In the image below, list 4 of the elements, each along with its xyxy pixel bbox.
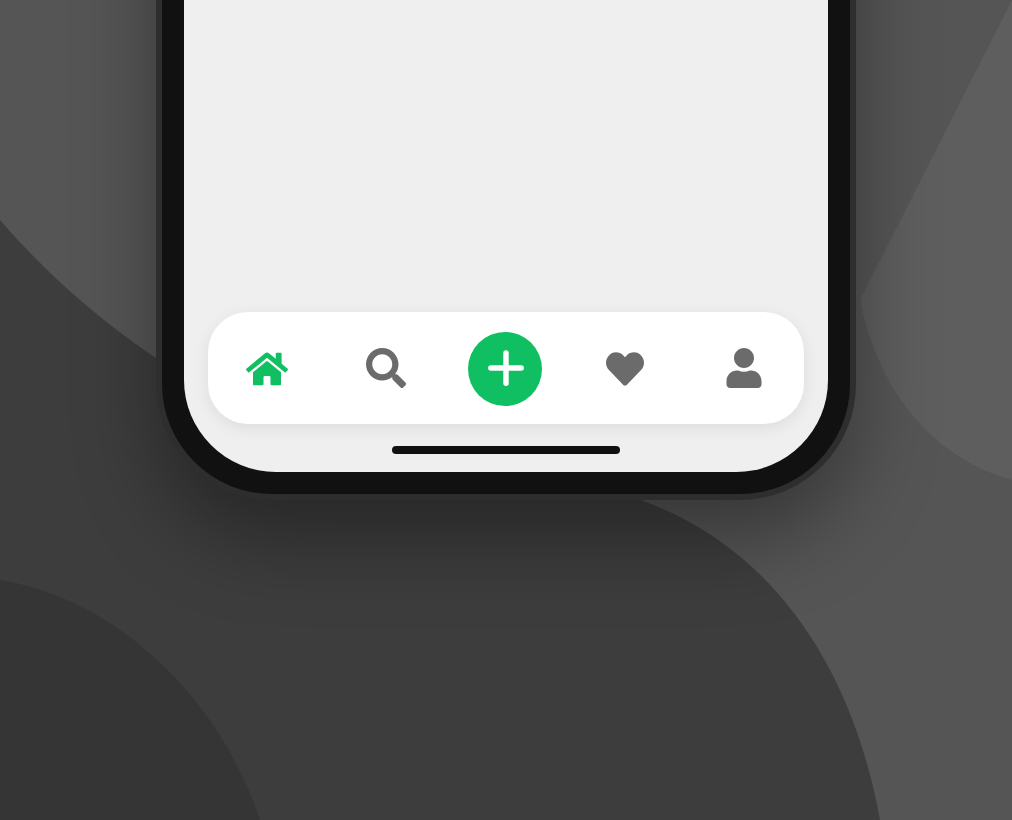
heart-icon [606, 349, 645, 387]
person-icon [726, 348, 763, 388]
search-icon [366, 348, 407, 388]
home-icon [246, 347, 289, 389]
